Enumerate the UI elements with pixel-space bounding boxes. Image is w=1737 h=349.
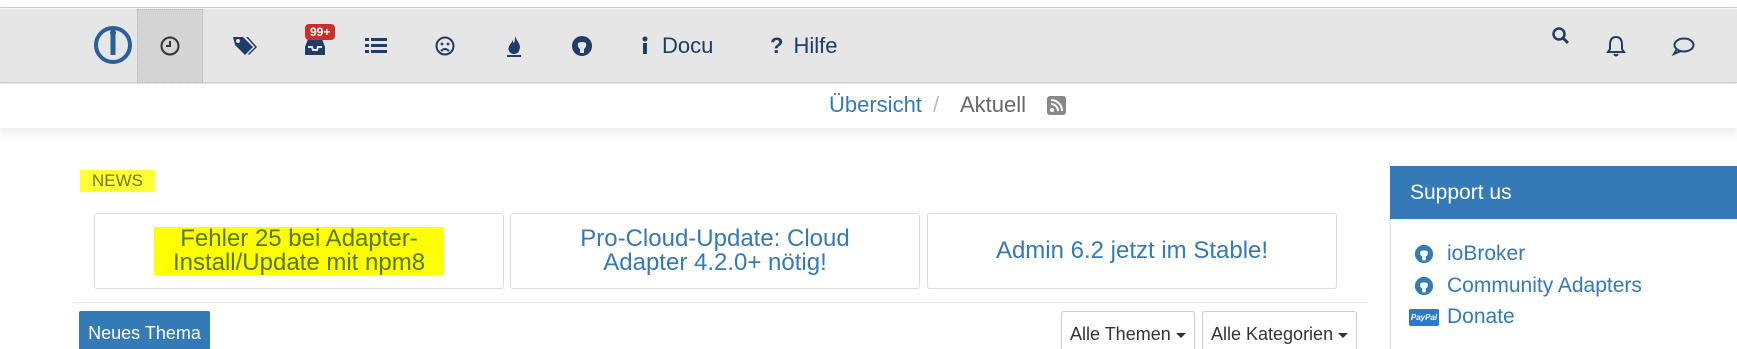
nav-hilfe[interactable]: ? Hilfe (770, 9, 870, 83)
nav-popular[interactable] (491, 9, 537, 83)
github-icon (1413, 244, 1435, 264)
nav-hilfe-label: Hilfe (793, 33, 838, 58)
list-icon (364, 36, 388, 56)
support-link-iobroker[interactable]: ioBroker (1413, 242, 1525, 266)
breadcrumb-overview-link[interactable]: Übersicht (829, 92, 922, 118)
all-categories-label: Alle Kategorien (1211, 324, 1334, 344)
support-link-community-adapters[interactable]: Community Adapters (1413, 274, 1642, 298)
new-topic-button[interactable]: Neues Thema (79, 311, 210, 349)
bell-icon (1605, 34, 1627, 58)
caret-down-icon (1338, 332, 1349, 338)
support-link-label: Donate (1447, 305, 1515, 328)
notifications-button[interactable] (1598, 9, 1634, 83)
news-card-title: Admin 6.2 jetzt im Stable! (995, 237, 1269, 264)
rss-icon[interactable] (1047, 96, 1066, 115)
nav-unsolved[interactable] (422, 9, 468, 83)
breadcrumb-separator: / (933, 92, 940, 117)
question-icon: ? (770, 33, 784, 58)
github-icon (1413, 276, 1435, 296)
paypal-icon: PayPal (1408, 308, 1440, 326)
news-card[interactable]: Fehler 25 bei Adapter-Install/Update mit… (94, 213, 504, 289)
support-link-donate[interactable]: PayPal Donate (1408, 305, 1515, 329)
news-card-title: Fehler 25 bei Adapter-Install/Update mit… (154, 227, 444, 275)
support-link-label: Community Adapters (1447, 274, 1642, 297)
nav-docu[interactable]: Docu (640, 9, 730, 83)
nav-unread[interactable] (292, 9, 338, 83)
fire-icon (503, 34, 525, 58)
all-topics-label: Alle Themen (1070, 324, 1171, 344)
chats-button[interactable] (1665, 9, 1701, 83)
chat-bubble-icon (1671, 35, 1695, 57)
top-navbar: 99+ Docu ? Hilfe (0, 9, 1737, 83)
news-card[interactable]: Pro-Cloud-Update: Cloud Adapter 4.2.0+ n… (510, 213, 920, 289)
breadcrumb: Übersicht / Aktuell (0, 84, 1737, 128)
browser-top-strip (0, 0, 1737, 8)
nav-tags[interactable] (222, 9, 268, 83)
news-card-title: Pro-Cloud-Update: Cloud Adapter 4.2.0+ n… (580, 225, 850, 276)
support-link-label: ioBroker (1447, 242, 1526, 265)
clock-icon (159, 35, 181, 57)
nav-github[interactable] (559, 9, 605, 83)
breadcrumb-current: Aktuell (960, 92, 1027, 117)
frown-icon (434, 35, 456, 57)
support-panel: ioBroker Community Adapters PayPal Donat… (1390, 219, 1737, 349)
caret-down-icon (1175, 332, 1186, 338)
support-panel-title: Support us (1390, 166, 1737, 219)
search-button[interactable] (1543, 0, 1579, 73)
nav-docu-label: Docu (662, 33, 714, 58)
tags-icon (231, 34, 259, 58)
all-topics-dropdown[interactable]: Alle Themen (1061, 311, 1195, 349)
unread-count-badge: 99+ (305, 24, 336, 40)
section-divider (73, 302, 1368, 303)
info-icon (640, 35, 650, 57)
nav-recent[interactable] (137, 9, 203, 83)
search-icon (1551, 26, 1571, 46)
nav-categories[interactable] (353, 9, 399, 83)
all-categories-dropdown[interactable]: Alle Kategorien (1202, 311, 1358, 349)
iobroker-logo[interactable] (93, 25, 133, 65)
github-icon (571, 35, 593, 57)
news-card[interactable]: Admin 6.2 jetzt im Stable! (927, 213, 1337, 289)
news-label: NEWS (80, 170, 155, 192)
